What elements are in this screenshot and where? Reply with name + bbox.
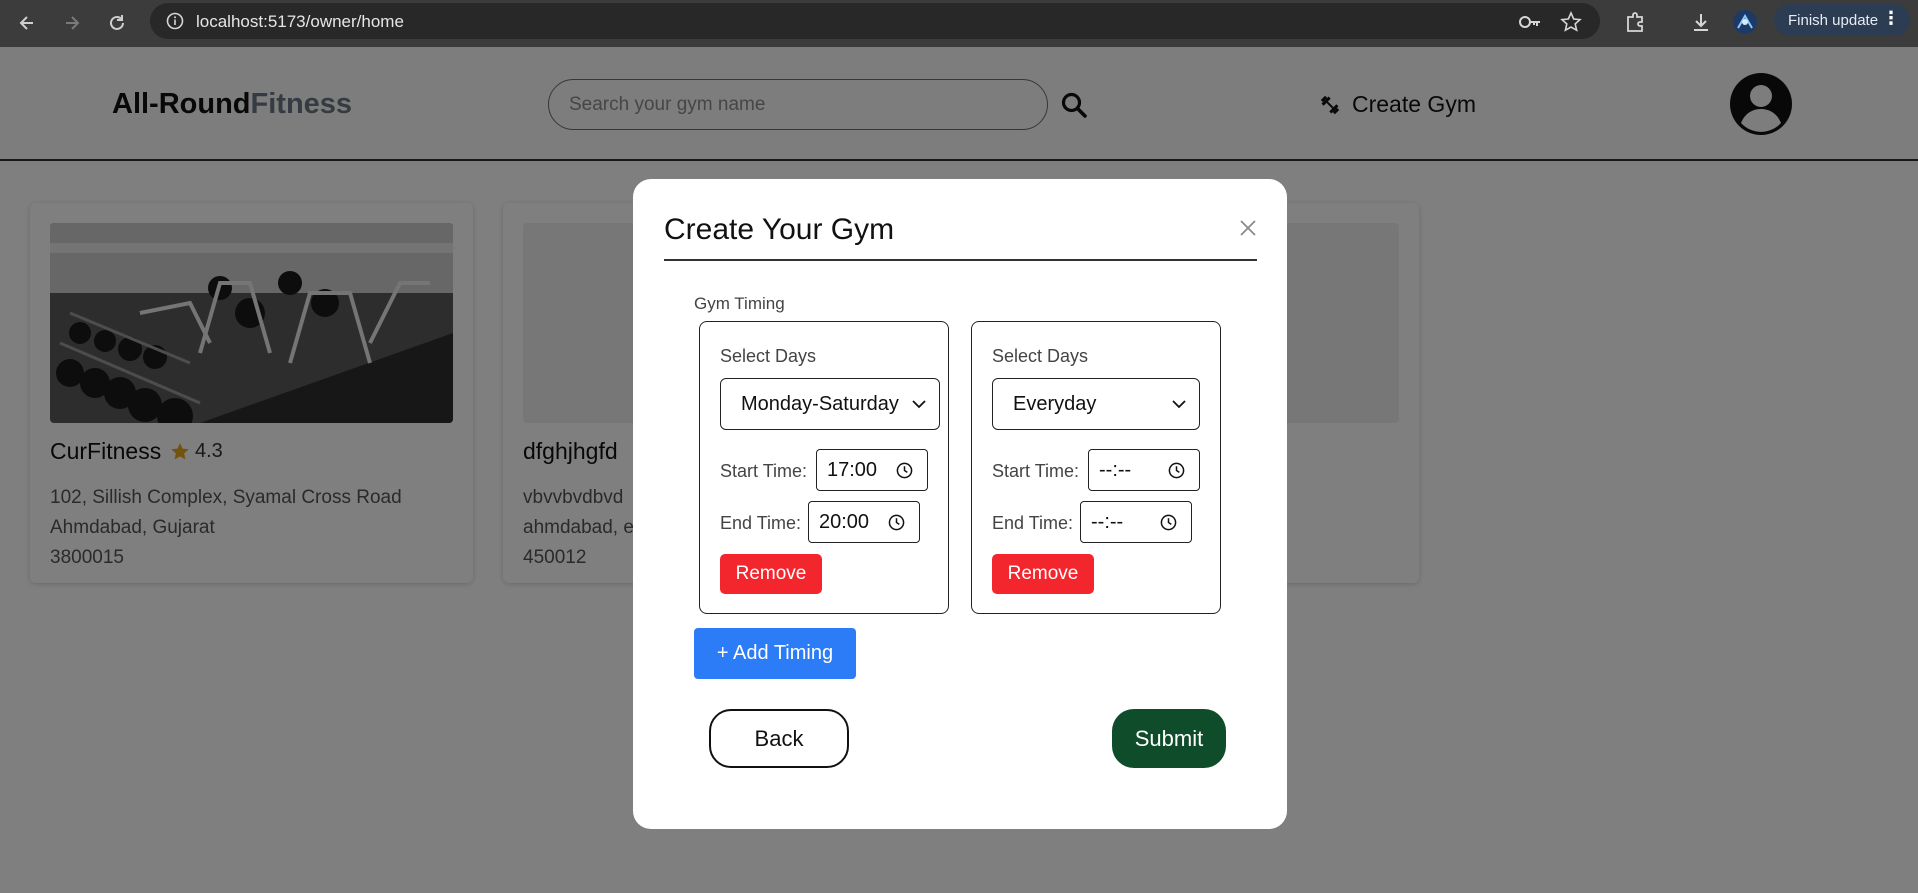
add-timing-button[interactable]: + Add Timing (694, 628, 856, 679)
forward-arrow-icon[interactable] (55, 6, 89, 40)
download-icon[interactable] (1684, 5, 1718, 39)
remove-timing-button[interactable]: Remove (720, 554, 822, 594)
remove-timing-button[interactable]: Remove (992, 554, 1094, 594)
password-key-icon[interactable] (1517, 9, 1543, 35)
back-arrow-icon[interactable] (10, 6, 44, 40)
end-time-label: End Time: (720, 513, 802, 533)
start-time-value: --:-- (1099, 458, 1132, 481)
clock-icon[interactable] (888, 514, 905, 531)
create-gym-modal: Create Your Gym Gym Timing Select Days M… (633, 179, 1287, 829)
select-days-label: Select Days (992, 346, 1089, 366)
end-time-input[interactable]: --:-- (1080, 501, 1192, 543)
start-time-value: 17:00 (827, 458, 878, 481)
finish-update-button[interactable]: Finish update ⋮ (1774, 4, 1910, 36)
more-menu-icon[interactable]: ⋮ (1882, 8, 1900, 29)
start-time-input[interactable]: 17:00 (816, 449, 928, 491)
end-time-input[interactable]: 20:00 (808, 501, 920, 543)
select-days-label: Select Days (720, 346, 817, 366)
site-info-icon[interactable] (164, 10, 186, 32)
end-time-value: 20:00 (819, 510, 870, 533)
chevron-down-icon (912, 400, 926, 409)
clock-icon[interactable] (1168, 462, 1185, 479)
chevron-down-icon (1172, 400, 1186, 409)
submit-button[interactable]: Submit (1112, 709, 1226, 768)
days-select[interactable]: Monday-Saturday (720, 378, 940, 430)
modal-title: Create Your Gym (664, 213, 895, 246)
start-time-input[interactable]: --:-- (1088, 449, 1200, 491)
back-button[interactable]: Back (709, 709, 849, 768)
title-divider (664, 259, 1257, 261)
days-select[interactable]: Everyday (992, 378, 1200, 430)
clock-icon[interactable] (896, 462, 913, 479)
start-time-label: Start Time: (720, 461, 808, 481)
days-select-value: Monday-Saturday (741, 392, 899, 415)
reload-icon[interactable] (100, 6, 134, 40)
address-bar[interactable]: localhost:5173/owner/home (150, 3, 1600, 39)
end-time-value: --:-- (1091, 510, 1124, 533)
timing-card: Select Days Everyday Start Time: --:-- E… (971, 321, 1221, 614)
end-time-label: End Time: (992, 513, 1074, 533)
extensions-icon[interactable] (1618, 5, 1652, 39)
start-time-label: Start Time: (992, 461, 1080, 481)
url-text: localhost:5173/owner/home (196, 12, 404, 31)
days-select-value: Everyday (1013, 392, 1097, 415)
close-icon[interactable] (1237, 217, 1259, 239)
gym-timing-label: Gym Timing (694, 294, 785, 313)
clock-icon[interactable] (1160, 514, 1177, 531)
profile-avatar-icon[interactable] (1728, 5, 1762, 39)
browser-toolbar: localhost:5173/owner/home Finish update … (0, 0, 1918, 47)
bookmark-star-icon[interactable] (1558, 9, 1584, 35)
timing-card: Select Days Monday-Saturday Start Time: … (699, 321, 949, 614)
finish-update-label: Finish update (1788, 11, 1879, 29)
